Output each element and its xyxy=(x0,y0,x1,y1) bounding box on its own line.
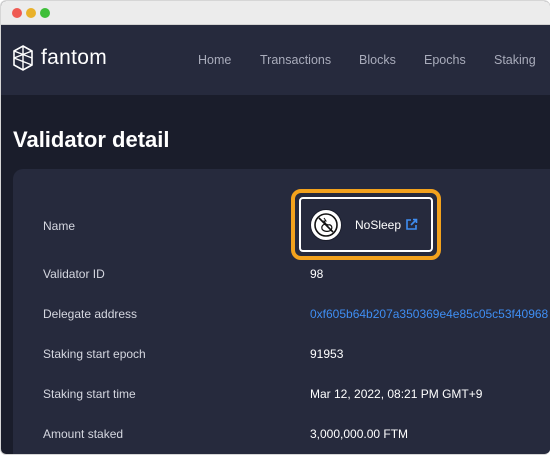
nav-blocks[interactable]: Blocks xyxy=(359,53,396,67)
delegate-address-link[interactable]: 0xf605b64b207a350369e4e85c05c53f40968 xyxy=(310,307,548,321)
amount-staked-value: 3,000,000.00 FTM xyxy=(310,427,409,441)
window-titlebar xyxy=(1,1,550,25)
validator-id-value: 98 xyxy=(310,267,324,281)
nav-home[interactable]: Home xyxy=(198,53,231,67)
minimize-window-button[interactable] xyxy=(26,8,36,18)
validator-name: NoSleep xyxy=(355,218,402,232)
nav-epochs[interactable]: Epochs xyxy=(424,53,466,67)
maximize-window-button[interactable] xyxy=(40,8,50,18)
staking-start-epoch-value: 91953 xyxy=(310,347,344,361)
logo-text: fantom xyxy=(41,46,107,69)
amount-staked-label: Amount staked xyxy=(43,427,124,441)
top-navbar: fantom Home Transactions Blocks Epochs S… xyxy=(1,25,550,95)
browser-window: fantom Home Transactions Blocks Epochs S… xyxy=(0,0,550,455)
staking-start-time-label: Staking start time xyxy=(43,387,136,401)
delegate-address-label: Delegate address xyxy=(43,307,138,321)
validator-avatar-icon xyxy=(310,209,342,241)
staking-start-time-value: Mar 12, 2022, 08:21 PM GMT+9 xyxy=(310,387,483,401)
external-link-icon[interactable] xyxy=(405,218,418,231)
close-window-button[interactable] xyxy=(12,8,22,18)
nav-transactions[interactable]: Transactions xyxy=(260,53,331,67)
page-title: Validator detail xyxy=(13,127,170,152)
fantom-logo[interactable]: fantom xyxy=(13,44,107,72)
nav-staking[interactable]: Staking xyxy=(494,53,536,67)
validator-id-label: Validator ID xyxy=(43,267,105,281)
name-label: Name xyxy=(43,219,76,233)
staking-start-epoch-label: Staking start epoch xyxy=(43,347,146,361)
fantom-logo-icon xyxy=(13,45,33,71)
